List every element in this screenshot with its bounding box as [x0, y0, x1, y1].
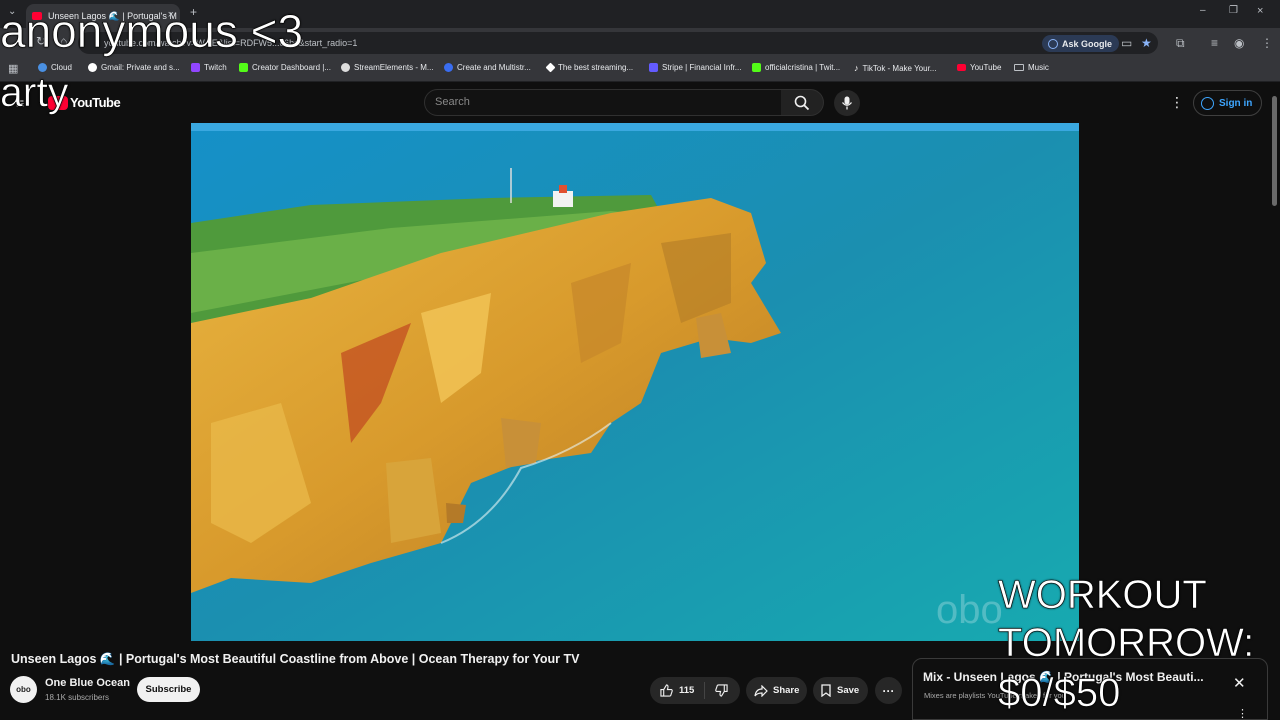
search-icon: [794, 95, 810, 110]
stream-overlay-goal-progress: $0/$50: [998, 671, 1121, 715]
subscriber-count: 18.1K subscribers: [45, 693, 110, 702]
bookmark-label: Twitch: [204, 63, 227, 72]
profile-icon[interactable]: ◉: [1234, 36, 1244, 50]
bookmark-label: StreamElements - M...: [354, 63, 434, 72]
bookmark-folder[interactable]: Music: [1014, 63, 1049, 72]
bookmark-label: TikTok - Make Your...: [862, 63, 937, 73]
dislike-button[interactable]: [705, 684, 728, 697]
video-frame-image: obo: [191, 123, 1079, 641]
sign-in-button[interactable]: Sign in: [1193, 90, 1263, 116]
bookmark-item[interactable]: Gmail: Private and s...: [88, 63, 180, 72]
bookmark-item[interactable]: Twitch: [191, 63, 227, 72]
more-actions-button[interactable]: ···: [875, 677, 902, 704]
ask-google-label: Ask Google: [1062, 38, 1113, 49]
voice-search-button[interactable]: [834, 90, 860, 116]
bookmark-item[interactable]: officialcristina | Twit...: [752, 63, 840, 72]
bookmark-label: Creator Dashboard |...: [252, 63, 332, 72]
stream-overlay-recent-donor: anonymous <3: [0, 5, 304, 57]
bookmark-item[interactable]: ♪ TikTok - Make Your...: [854, 63, 936, 73]
stream-overlay-recent-follower: arty: [0, 69, 69, 115]
folder-icon: [1014, 64, 1024, 71]
like-dislike-group: 115: [650, 677, 740, 704]
sign-in-label: Sign in: [1219, 97, 1253, 109]
kick-icon: [752, 63, 761, 72]
youtube-wordmark: YouTube: [70, 95, 121, 110]
share-arrow-icon: [754, 684, 768, 697]
youtube-icon: [957, 64, 966, 71]
share-button[interactable]: Share: [746, 677, 807, 704]
like-count: 115: [679, 685, 695, 696]
minimize-window-icon[interactable]: –: [1200, 5, 1206, 16]
page-scrollbar[interactable]: [1272, 96, 1277, 206]
restream-icon: [444, 63, 453, 72]
diamond-icon: [545, 62, 556, 73]
stripe-icon: [649, 63, 658, 72]
bookmark-label: Gmail: Private and s...: [101, 63, 180, 72]
reading-list-icon[interactable]: ≡: [1211, 36, 1218, 50]
save-label: Save: [837, 685, 860, 696]
bookmark-label: The best streaming...: [558, 63, 634, 72]
tiktok-icon: ♪: [854, 63, 859, 73]
bookmark-item[interactable]: Create and Multistr...: [444, 63, 531, 72]
settings-kebab-icon[interactable]: ⋮: [1170, 94, 1184, 111]
thumbs-up-icon: [660, 684, 673, 697]
cast-icon[interactable]: ▭: [1121, 36, 1132, 50]
bookmark-label: Music: [1028, 63, 1049, 72]
bookmark-label: Create and Multistr...: [457, 63, 531, 72]
video-player[interactable]: obo: [191, 123, 1079, 641]
like-button[interactable]: 115: [650, 682, 706, 699]
stream-overlay-goal-line2: TOMORROW:: [998, 621, 1255, 665]
extensions-icon[interactable]: ⧉: [1176, 36, 1185, 51]
lens-icon: [1048, 38, 1058, 49]
thumbs-down-icon: [715, 684, 728, 697]
twitch-icon: [191, 63, 200, 72]
close-window-icon[interactable]: ×: [1257, 5, 1263, 17]
search-input[interactable]: Search: [424, 89, 782, 116]
channel-watermark: obo: [936, 588, 1003, 632]
stream-overlay-goal-line1: WORKOUT: [998, 573, 1207, 617]
bookmark-label: officialcristina | Twit...: [765, 63, 841, 72]
bookmark-item[interactable]: The best streaming...: [545, 62, 634, 73]
bookmark-item[interactable]: Creator Dashboard |...: [239, 63, 331, 72]
search-placeholder: Search: [435, 96, 470, 108]
restore-window-icon[interactable]: ❐: [1229, 5, 1238, 16]
browser-menu-icon[interactable]: ⋮: [1261, 36, 1273, 50]
bookmark-star-icon[interactable]: ★: [1141, 36, 1152, 50]
google-icon: [88, 63, 97, 72]
channel-avatar[interactable]: obo: [10, 676, 37, 703]
bookmark-label: YouTube: [970, 63, 1002, 72]
channel-name[interactable]: One Blue Ocean: [45, 677, 130, 689]
mix-kebab-icon[interactable]: ⋮: [1237, 707, 1248, 720]
ask-google-button[interactable]: Ask Google: [1042, 35, 1120, 52]
kick-icon: [239, 63, 248, 72]
save-button[interactable]: Save: [813, 677, 868, 704]
search-button[interactable]: [781, 89, 824, 116]
bookmark-label: Stripe | Financial Infr...: [662, 63, 742, 72]
close-icon[interactable]: ✕: [1233, 674, 1246, 692]
streamelements-icon: [341, 63, 350, 72]
subscribe-button[interactable]: Subscribe: [137, 677, 200, 702]
share-label: Share: [773, 685, 800, 696]
bookmark-item[interactable]: Stripe | Financial Infr...: [649, 63, 741, 72]
microphone-icon: [841, 96, 853, 110]
user-icon: [1201, 96, 1214, 110]
video-title: Unseen Lagos 🌊 | Portugal's Most Beautif…: [11, 652, 580, 666]
bookmark-item[interactable]: YouTube: [957, 63, 1001, 72]
bookmark-item[interactable]: StreamElements - M...: [341, 63, 434, 72]
bookmark-save-icon: [821, 684, 831, 697]
